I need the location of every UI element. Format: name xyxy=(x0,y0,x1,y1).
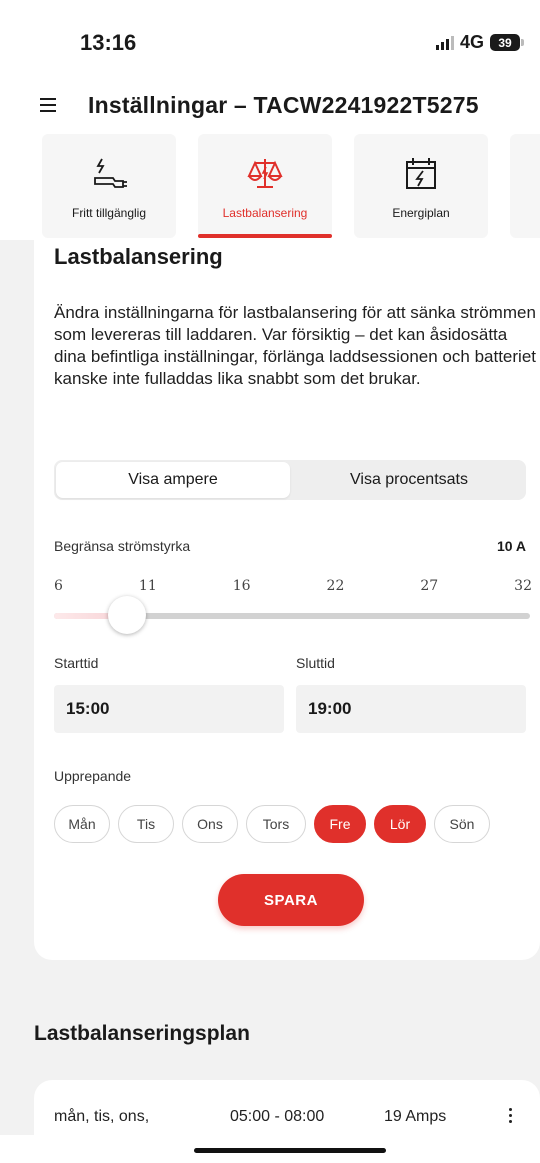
scale-icon xyxy=(245,156,285,192)
plan-time-range: 05:00 - 08:00 xyxy=(230,1108,325,1125)
show-amps-option[interactable]: Visa ampere xyxy=(56,462,290,498)
plan-amps: 19 Amps xyxy=(384,1108,447,1125)
home-indicator xyxy=(194,1148,386,1153)
current-limit-slider[interactable] xyxy=(54,596,530,634)
repeat-days: Mån Tis Ons Tors Fre Lör Sön xyxy=(54,805,490,843)
status-indicators: 4G 39 xyxy=(435,32,524,53)
hamburger-menu-icon[interactable] xyxy=(40,93,76,117)
app-header: Inställningar – TACW2241922T5275 xyxy=(0,80,540,130)
tab-label: Energiplan xyxy=(392,206,450,220)
current-limit-value: 10 A xyxy=(496,538,526,554)
tab-energiplan[interactable]: Energiplan xyxy=(354,134,488,238)
section-description: Ändra inställningarna för lastbalanserin… xyxy=(54,303,536,388)
plan-list-item[interactable]: mån, tis, ons, 05:00 - 08:00 19 Amps xyxy=(34,1080,540,1135)
tick-label: 27 xyxy=(420,578,439,594)
day-chip-sun[interactable]: Sön xyxy=(434,805,490,843)
tab-label: Lastbalansering xyxy=(222,206,308,220)
tick-label: 32 xyxy=(514,578,532,594)
tick-label: 11 xyxy=(138,578,157,594)
settings-tabs: Fritt tillgänglig Lastbalansering Energi… xyxy=(0,130,540,240)
end-time-field[interactable]: 19:00 xyxy=(296,685,526,733)
tab-fritt-tillganglig[interactable]: Fritt tillgänglig xyxy=(42,134,176,238)
start-time-field[interactable]: 15:00 xyxy=(54,685,284,733)
signal-icon xyxy=(435,35,454,50)
start-time-label: Starttid xyxy=(54,655,99,671)
show-percent-option[interactable]: Visa procentsats xyxy=(292,460,526,500)
tab-lastbalansering[interactable]: Lastbalansering xyxy=(198,134,332,238)
slider-ticks: 6 11 16 22 27 32 xyxy=(54,578,532,594)
calendar-lightning-icon xyxy=(401,156,441,192)
tick-label: 22 xyxy=(326,578,345,594)
day-chip-thu[interactable]: Tors xyxy=(246,805,306,843)
tick-label: 16 xyxy=(232,578,251,594)
day-chip-mon[interactable]: Mån xyxy=(54,805,110,843)
more-options-icon[interactable] xyxy=(504,1104,516,1126)
save-button[interactable]: SPARA xyxy=(218,874,364,926)
day-chip-sat[interactable]: Lör xyxy=(374,805,426,843)
day-chip-wed[interactable]: Ons xyxy=(182,805,238,843)
end-time-label: Sluttid xyxy=(296,655,335,671)
status-bar: 13:16 4G 39 xyxy=(0,0,540,80)
tab-label: Fi xyxy=(510,206,540,220)
repeat-label: Upprepande xyxy=(54,768,132,784)
day-chip-tue[interactable]: Tis xyxy=(118,805,174,843)
plug-lightning-icon xyxy=(89,156,129,192)
home-indicator-area xyxy=(0,1135,540,1163)
page-title: Inställningar – TACW2241922T5275 xyxy=(88,91,479,118)
day-chip-fri[interactable]: Fre xyxy=(314,805,366,843)
tab-partial[interactable]: Fi xyxy=(510,134,540,238)
tab-label: Fritt tillgänglig xyxy=(71,206,147,220)
plan-days: mån, tis, ons, xyxy=(54,1108,150,1125)
plan-section-title: Lastbalanseringsplan xyxy=(34,1022,250,1045)
unit-toggle: Visa ampere Visa procentsats xyxy=(54,460,526,500)
battery-icon: 39 xyxy=(490,34,524,51)
section-title: Lastbalansering xyxy=(54,244,223,269)
load-balancing-card: Lastbalansering Ändra inställningarna fö… xyxy=(34,240,540,960)
active-tab-indicator xyxy=(198,234,332,238)
current-limit-label: Begränsa strömstyrka xyxy=(54,538,191,554)
slider-thumb[interactable] xyxy=(108,596,147,634)
tick-label: 6 xyxy=(54,578,63,594)
network-label: 4G xyxy=(459,32,484,52)
battery-level: 39 xyxy=(498,35,512,50)
status-time: 13:16 xyxy=(80,30,137,55)
